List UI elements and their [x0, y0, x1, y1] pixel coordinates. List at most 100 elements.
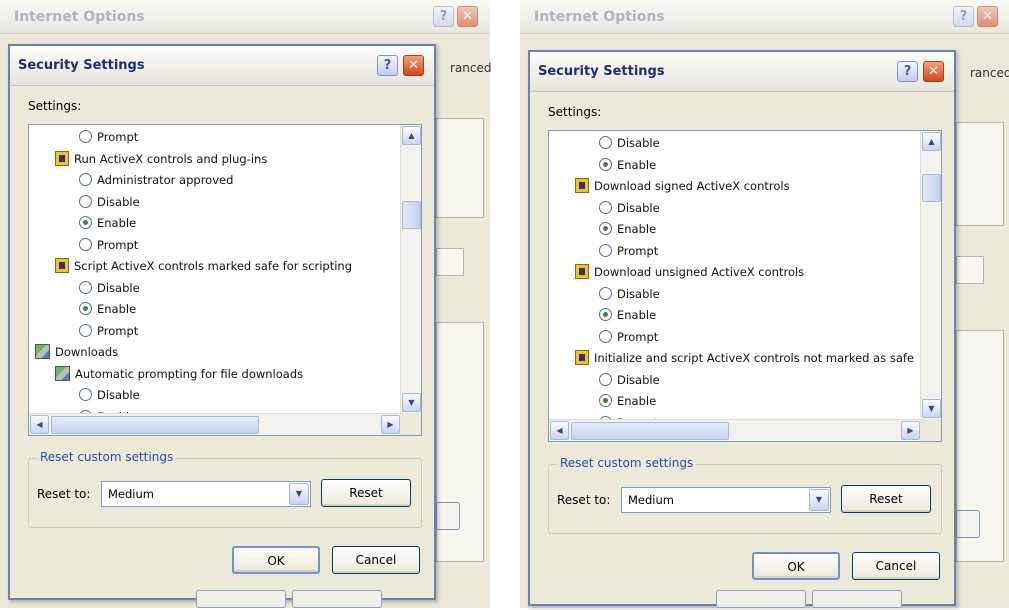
setting-option[interactable]: Enable [79, 213, 136, 233]
setting-option[interactable]: Disable [599, 133, 660, 153]
reset-to-value: Medium [628, 493, 674, 507]
dialog-title: Security Settings [18, 58, 145, 73]
horizontal-scroll-thumb[interactable] [51, 416, 259, 434]
setting-option[interactable]: Prompt [79, 235, 138, 255]
close-icon[interactable]: ✕ [923, 61, 944, 82]
close-icon[interactable]: ✕ [977, 6, 998, 27]
setting-label: Run ActiveX controls and plug-ins [74, 151, 268, 166]
right-screenshot-panel: Internet Options ? ✕ ranced Security Set… [520, 0, 1009, 610]
scrollbar-corner [400, 413, 421, 435]
reset-to-label: Reset to: [37, 487, 91, 501]
internet-options-footer-buttons [716, 590, 996, 610]
setting-option[interactable]: Enable [79, 299, 136, 319]
radio-unchecked-icon[interactable] [599, 286, 612, 300]
radio-unchecked-icon[interactable] [599, 329, 612, 343]
help-icon[interactable]: ? [897, 61, 918, 82]
radio-unchecked-icon[interactable] [79, 323, 92, 337]
vertical-scroll-thumb[interactable] [922, 174, 941, 202]
help-icon[interactable]: ? [377, 55, 398, 76]
radio-unchecked-icon[interactable] [79, 130, 92, 143]
vertical-scroll-thumb[interactable] [402, 201, 421, 229]
scroll-left-icon[interactable]: ◀ [30, 415, 49, 434]
tab-advanced[interactable]: ranced [970, 66, 1009, 80]
radio-unchecked-icon[interactable] [79, 388, 92, 401]
setting-option[interactable]: Administrator approved [79, 170, 233, 190]
background-ok-button [196, 590, 286, 608]
background-zone-box [956, 122, 1004, 226]
help-icon[interactable]: ? [433, 6, 454, 27]
setting-option[interactable]: Prompt [599, 327, 658, 347]
settings-list[interactable]: Prompt Run ActiveX controls and plug-ins A… [28, 124, 422, 436]
radio-checked-icon[interactable] [599, 222, 612, 235]
setting-label: Prompt [97, 237, 139, 252]
ok-button[interactable]: OK [232, 546, 320, 574]
reset-button[interactable]: Reset [321, 479, 411, 507]
setting-option[interactable]: Prompt [79, 321, 138, 341]
cancel-button[interactable]: Cancel [332, 546, 420, 574]
horizontal-scroll-thumb[interactable] [571, 422, 729, 440]
setting-option[interactable]: Enable [599, 219, 656, 239]
scroll-up-icon[interactable]: ▲ [402, 126, 421, 145]
radio-checked-icon[interactable] [599, 394, 612, 407]
background-ok-button [716, 590, 806, 608]
setting-option[interactable]: Enable [599, 305, 656, 325]
reset-to-select[interactable]: Medium ▼ [101, 481, 311, 507]
setting-option[interactable]: Disable [79, 192, 140, 212]
radio-unchecked-icon[interactable] [79, 237, 92, 251]
setting-label: Enable [617, 394, 657, 408]
setting-option[interactable]: Disable [79, 278, 140, 298]
radio-unchecked-icon[interactable] [599, 243, 612, 257]
vertical-scrollbar[interactable]: ▲ ▼ [400, 125, 421, 413]
vertical-scrollbar[interactable]: ▲ ▼ [920, 131, 941, 419]
setting-option[interactable]: Prompt [79, 127, 138, 147]
scroll-right-icon[interactable]: ▶ [381, 415, 400, 434]
close-icon[interactable]: ✕ [403, 55, 424, 76]
setting-option[interactable]: Disable [599, 370, 660, 390]
setting-option[interactable]: Prompt [599, 241, 658, 261]
setting-option[interactable]: Enable [599, 155, 656, 175]
setting-label: Initialize and script ActiveX controls n… [594, 351, 914, 365]
chevron-down-icon[interactable]: ▼ [289, 483, 309, 505]
horizontal-scrollbar[interactable]: ◀ ▶ [549, 419, 921, 441]
setting-option[interactable]: Enable [599, 391, 656, 411]
internet-options-titlebar: Internet Options ? ✕ [0, 0, 490, 34]
radio-checked-icon[interactable] [599, 157, 612, 171]
setting-label: Disable [617, 286, 660, 301]
reset-to-select[interactable]: Medium ▼ [621, 487, 831, 513]
settings-label: Settings: [28, 99, 82, 113]
radio-unchecked-icon[interactable] [599, 372, 612, 386]
setting-label: Prompt [97, 130, 139, 144]
help-icon[interactable]: ? [953, 6, 974, 27]
reset-button[interactable]: Reset [841, 485, 931, 513]
setting-option[interactable]: Disable [599, 198, 660, 218]
scroll-up-icon[interactable]: ▲ [922, 132, 941, 151]
radio-unchecked-icon[interactable] [79, 280, 92, 294]
chevron-down-icon[interactable]: ▼ [809, 489, 829, 511]
tab-advanced[interactable]: ranced [450, 61, 492, 75]
radio-checked-icon[interactable] [599, 308, 612, 321]
setting-option[interactable]: Disable [599, 284, 660, 304]
ok-button[interactable]: OK [752, 552, 840, 580]
scroll-left-icon[interactable]: ◀ [550, 421, 569, 440]
left-screenshot-panel: Internet Options ? ✕ ranced Security Set… [0, 0, 492, 610]
close-icon[interactable]: ✕ [457, 6, 478, 27]
internet-options-title: Internet Options [14, 9, 145, 25]
settings-list[interactable]: Disable Enable Download signed ActiveX con… [548, 130, 942, 442]
activex-setting-icon [55, 258, 69, 273]
cancel-button[interactable]: Cancel [852, 552, 940, 580]
radio-unchecked-icon[interactable] [79, 194, 92, 208]
scroll-down-icon[interactable]: ▼ [922, 399, 941, 418]
reset-to-label: Reset to: [557, 493, 611, 507]
scroll-right-icon[interactable]: ▶ [901, 421, 920, 440]
radio-checked-icon[interactable] [79, 216, 92, 229]
scroll-down-icon[interactable]: ▼ [402, 393, 421, 412]
setting-option[interactable]: Disable [79, 385, 140, 405]
radio-checked-icon[interactable] [79, 302, 92, 315]
setting-label: Enable [617, 157, 657, 172]
radio-unchecked-icon[interactable] [79, 173, 92, 186]
radio-unchecked-icon[interactable] [599, 136, 612, 149]
horizontal-scrollbar[interactable]: ◀ ▶ [29, 413, 401, 435]
radio-unchecked-icon[interactable] [599, 200, 612, 214]
downloads-icon [35, 344, 50, 359]
settings-label: Settings: [548, 105, 602, 119]
